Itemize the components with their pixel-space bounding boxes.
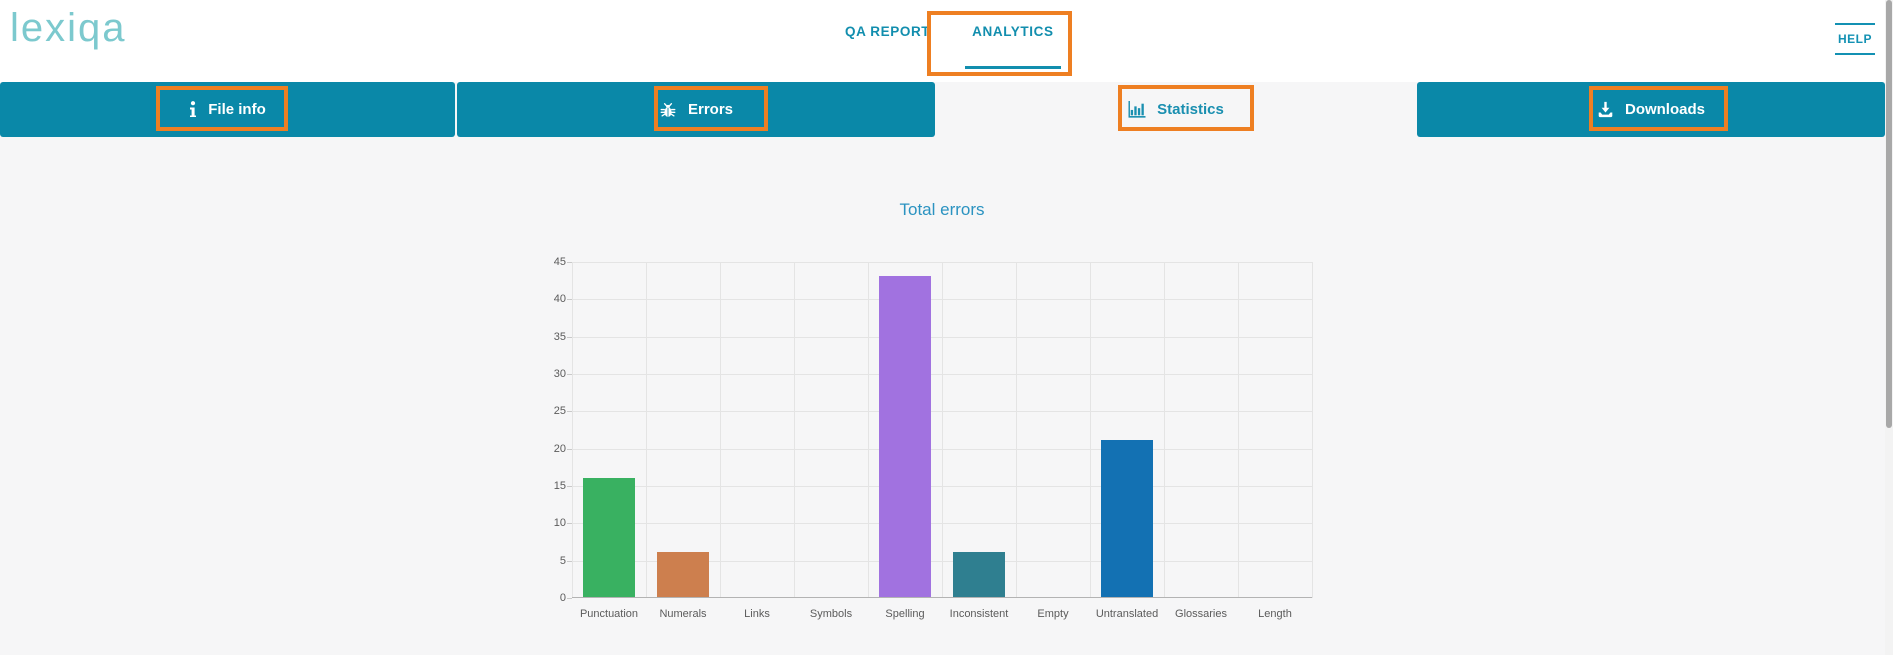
statistics-label: Statistics: [1157, 101, 1224, 118]
toolbar: File info Errors Statistics Downloads: [0, 82, 1893, 137]
tab-analytics[interactable]: ANALYTICS: [965, 16, 1060, 69]
downloads-button[interactable]: Downloads: [1417, 82, 1885, 137]
gridline-horizontal: [572, 374, 1312, 375]
statistics-button[interactable]: Statistics: [935, 82, 1417, 137]
gridline-vertical: [1312, 262, 1313, 598]
y-axis-tick-mark: [567, 486, 572, 487]
gridline-horizontal: [572, 299, 1312, 300]
x-axis-category-label: Untranslated: [1090, 608, 1164, 620]
x-axis-category-label: Inconsistent: [942, 608, 1016, 620]
gridline-vertical: [1164, 262, 1165, 598]
y-axis-tick-label: 40: [526, 293, 566, 305]
y-axis-tick-label: 0: [526, 592, 566, 604]
bar-punctuation: [583, 478, 635, 597]
x-axis-line: [572, 597, 1312, 598]
gridline-vertical: [868, 262, 869, 598]
gridline-vertical: [1238, 262, 1239, 598]
y-axis-tick-label: 45: [526, 256, 566, 268]
gridline-horizontal: [572, 262, 1312, 263]
bar-inconsistent: [953, 552, 1005, 597]
y-axis-tick-mark: [567, 262, 572, 263]
y-axis-tick-label: 20: [526, 443, 566, 455]
y-axis-tick-label: 15: [526, 480, 566, 492]
chart-title: Total errors: [572, 200, 1312, 220]
y-axis-tick-label: 10: [526, 517, 566, 529]
errors-label: Errors: [688, 101, 733, 118]
bar-numerals: [657, 552, 709, 597]
tab-bar: QA REPORT ANALYTICS: [838, 16, 1061, 69]
gridline-vertical: [646, 262, 647, 598]
x-axis-category-label: Numerals: [646, 608, 720, 620]
file-info-button[interactable]: File info: [0, 82, 455, 137]
y-axis-tick-label: 30: [526, 368, 566, 380]
downloads-label: Downloads: [1625, 101, 1705, 118]
bar-spelling: [879, 276, 931, 597]
gridline-horizontal: [572, 449, 1312, 450]
x-axis-category-label: Links: [720, 608, 794, 620]
x-axis-category-label: Punctuation: [572, 608, 646, 620]
y-axis-tick-label: 25: [526, 405, 566, 417]
y-axis-tick-mark: [567, 337, 572, 338]
file-info-label: File info: [208, 101, 266, 118]
bug-icon: [659, 101, 677, 119]
download-icon: [1597, 101, 1614, 118]
x-axis-category-label: Empty: [1016, 608, 1090, 620]
scrollbar-thumb[interactable]: [1886, 0, 1892, 428]
bar-untranslated: [1101, 440, 1153, 597]
y-axis-tick-mark: [567, 598, 572, 599]
y-axis-tick-mark: [567, 299, 572, 300]
y-axis-tick-label: 5: [526, 555, 566, 567]
y-axis-tick-label: 35: [526, 331, 566, 343]
errors-button[interactable]: Errors: [457, 82, 935, 137]
chart-plot: 051015202530354045PunctuationNumeralsLin…: [572, 262, 1312, 598]
x-axis-category-label: Glossaries: [1164, 608, 1238, 620]
bar-chart-icon: [1128, 101, 1146, 118]
info-icon: [189, 101, 197, 118]
gridline-horizontal: [572, 411, 1312, 412]
gridline-vertical: [1016, 262, 1017, 598]
x-axis-category-label: Symbols: [794, 608, 868, 620]
x-axis-category-label: Length: [1238, 608, 1312, 620]
gridline-vertical: [720, 262, 721, 598]
y-axis-tick-mark: [567, 449, 572, 450]
gridline-vertical: [572, 262, 573, 598]
gridline-horizontal: [572, 337, 1312, 338]
y-axis-tick-mark: [567, 523, 572, 524]
gridline-horizontal: [572, 523, 1312, 524]
header: lexiqa QA REPORT ANALYTICS HELP: [0, 0, 1893, 82]
gridline-horizontal: [572, 486, 1312, 487]
y-axis-tick-mark: [567, 411, 572, 412]
logo: lexiqa: [10, 6, 127, 51]
gridline-vertical: [942, 262, 943, 598]
y-axis-tick-mark: [567, 561, 572, 562]
y-axis-tick-mark: [567, 374, 572, 375]
tab-qa-report[interactable]: QA REPORT: [838, 16, 937, 69]
help-button[interactable]: HELP: [1835, 23, 1875, 55]
gridline-vertical: [794, 262, 795, 598]
x-axis-category-label: Spelling: [868, 608, 942, 620]
gridline-vertical: [1090, 262, 1091, 598]
